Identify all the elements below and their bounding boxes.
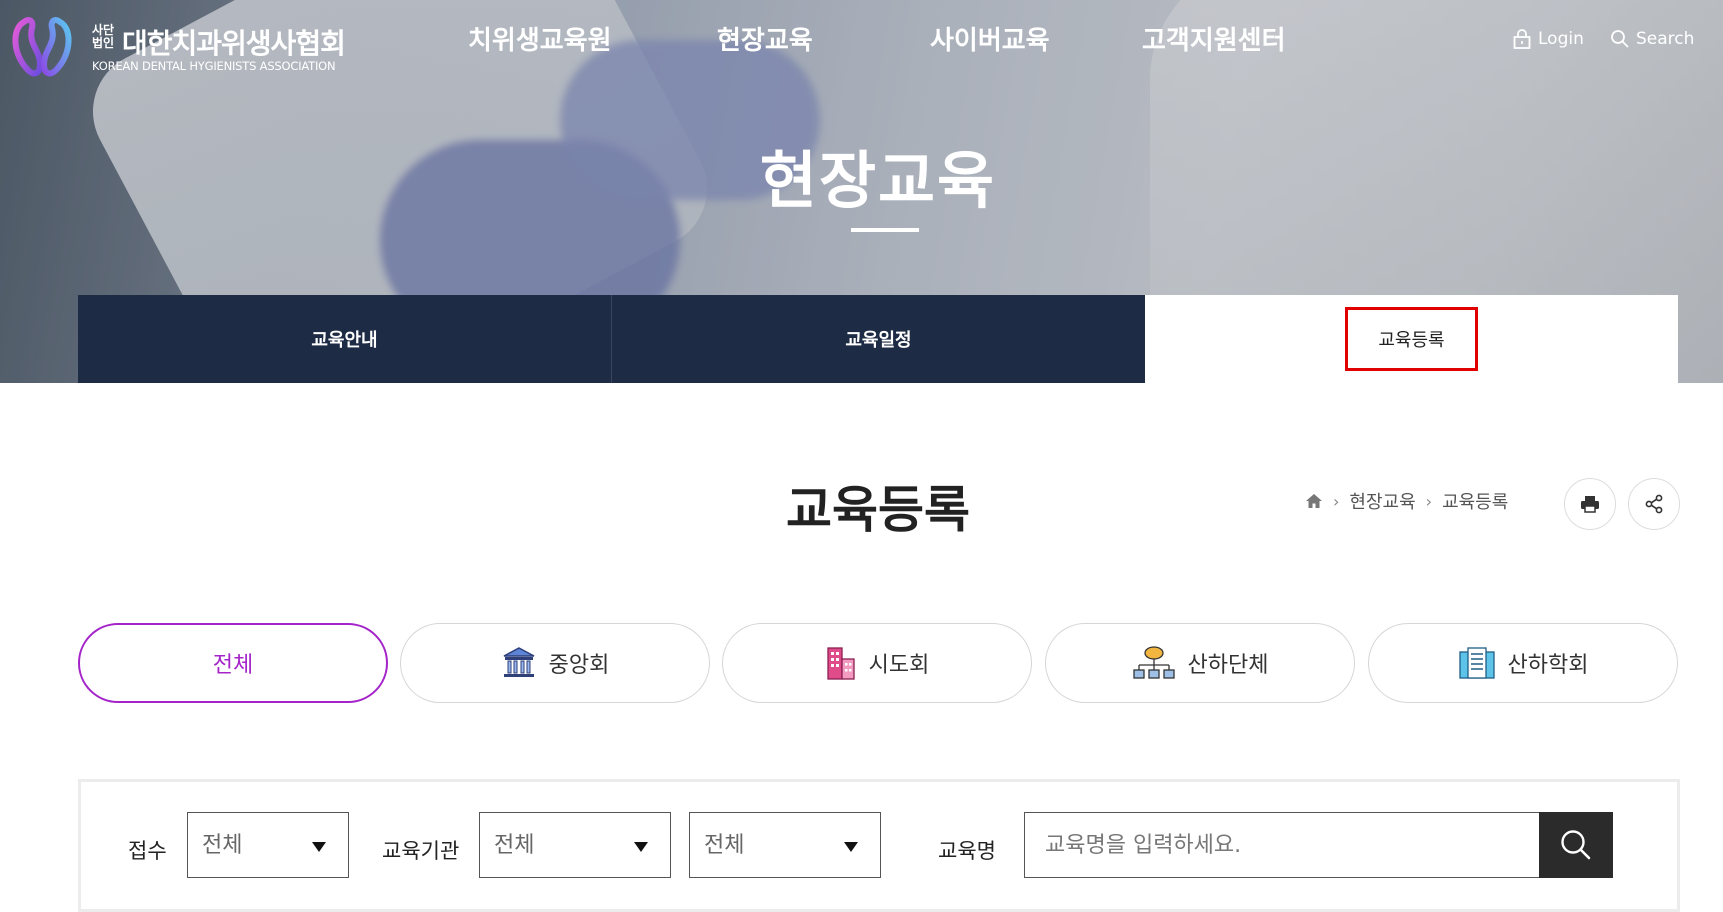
share-button[interactable]: [1628, 478, 1680, 530]
reception-select[interactable]: 전체: [187, 812, 349, 878]
tab-label: 교육안내: [311, 330, 378, 351]
institution-icon: [501, 645, 537, 681]
search-submit-button[interactable]: [1539, 812, 1613, 878]
category-central-button[interactable]: 중앙회: [400, 623, 710, 703]
select-value: 전체: [494, 833, 535, 858]
reception-label: 접수: [128, 839, 167, 863]
page: 사단 법인 대한치과위생사협회 KOREAN DENTAL HYGIENISTS…: [0, 0, 1723, 912]
logo-subtitle: KOREAN DENTAL HYGIENISTS ASSOCIATION: [92, 59, 336, 73]
course-name-input[interactable]: [1024, 812, 1539, 878]
logo-name: 대한치과위생사협회: [122, 27, 346, 60]
hero-title: 현장교육: [759, 144, 997, 217]
category-affiliate-button[interactable]: 산하단체: [1045, 623, 1355, 703]
category-label: 산하단체: [1187, 653, 1269, 678]
tab-education-guide[interactable]: 교육안내: [78, 295, 611, 383]
category-province-button[interactable]: 시도회: [722, 623, 1032, 703]
site-logo[interactable]: 사단 법인 대한치과위생사협회 KOREAN DENTAL HYGIENISTS…: [10, 14, 350, 84]
search-icon: [1611, 30, 1629, 48]
search-label: Search: [1636, 29, 1695, 49]
category-academy-button[interactable]: 산하학회: [1368, 623, 1678, 703]
course-name-label: 교육명: [938, 839, 996, 863]
login-label: Login: [1538, 29, 1584, 49]
caret-down-icon: [312, 842, 326, 852]
search-icon: [1561, 830, 1591, 860]
breadcrumb-item-current: 교육등록: [1442, 492, 1509, 513]
search-link[interactable]: Search: [1610, 24, 1694, 54]
tab-label: 교육일정: [845, 330, 912, 351]
logo-mark-icon: [12, 17, 72, 77]
institution-select-secondary[interactable]: 전체: [689, 812, 881, 878]
institution-select-primary[interactable]: 전체: [479, 812, 671, 878]
nav-item-customer-center[interactable]: 고객지원센터: [1142, 20, 1286, 57]
breadcrumb-item[interactable]: 현장교육: [1349, 488, 1415, 514]
login-link[interactable]: Login: [1512, 24, 1584, 54]
home-icon[interactable]: [1305, 493, 1323, 509]
print-button[interactable]: [1564, 478, 1616, 530]
hero-title-underline: [851, 228, 919, 232]
select-value: 전체: [202, 833, 243, 858]
sub-tabs: 교육안내 교육일정 교육등록: [78, 295, 1678, 383]
nav-item-cyber-education[interactable]: 사이버교육: [930, 20, 1050, 57]
tab-education-schedule[interactable]: 교육일정: [611, 295, 1145, 383]
nav-item-field-education[interactable]: 현장교육: [717, 20, 813, 57]
nav-item-education-institute[interactable]: 치위생교육원: [468, 20, 612, 57]
chevron-right-icon: ›: [1425, 491, 1433, 511]
chevron-right-icon: ›: [1333, 491, 1340, 511]
select-value: 전체: [704, 833, 745, 858]
institution-label: 교육기관: [382, 839, 460, 863]
caret-down-icon: [634, 842, 648, 852]
category-label: 중앙회: [548, 653, 610, 678]
building-icon: [825, 645, 857, 681]
category-label: 전체: [212, 653, 254, 678]
tab-education-registration[interactable]: 교육등록: [1145, 295, 1678, 383]
category-all-button[interactable]: 전체: [78, 623, 388, 703]
category-label: 시도회: [868, 653, 930, 678]
printer-icon: [1581, 496, 1599, 513]
document-building-icon: [1458, 646, 1496, 680]
breadcrumb: › 현장교육 › 교육등록: [1305, 488, 1508, 514]
org-chart-icon: [1132, 645, 1176, 681]
logo-legal-label: 사단 법인: [92, 23, 115, 50]
share-icon: [1645, 494, 1663, 514]
category-label: 산하학회: [1507, 653, 1589, 678]
tab-label: 교육등록: [1345, 307, 1478, 371]
lock-icon: [1513, 29, 1531, 49]
caret-down-icon: [844, 842, 858, 852]
